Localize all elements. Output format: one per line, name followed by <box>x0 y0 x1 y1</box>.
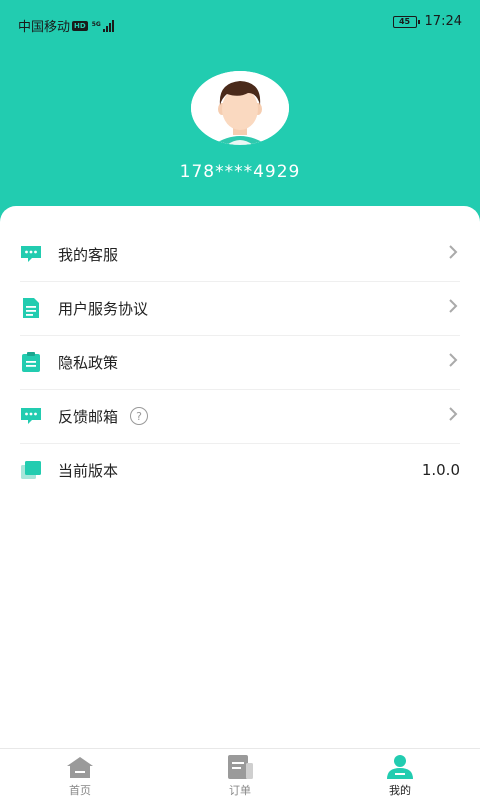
document-icon <box>20 297 42 319</box>
menu-item-label: 用户服务协议 <box>58 299 149 318</box>
tab-label: 订单 <box>229 784 251 797</box>
menu-item-feedback-email[interactable]: 反馈邮箱 ? <box>20 389 460 444</box>
phone-number: 178****4929 <box>179 162 301 182</box>
battery-icon: 45 <box>392 15 420 28</box>
network-type: 5G <box>91 20 101 28</box>
chevron-right-icon <box>448 298 458 318</box>
status-time: 17:24 <box>424 14 462 29</box>
menu-item-user-agreement[interactable]: 用户服务协议 <box>20 281 460 336</box>
tab-label: 我的 <box>389 784 411 797</box>
menu-item-label: 隐私政策 <box>58 353 119 372</box>
menu-item-current-version[interactable]: 当前版本 1.0.0 <box>20 443 460 497</box>
menu-item-privacy-policy[interactable]: 隐私政策 <box>20 335 460 390</box>
layers-icon <box>20 459 42 481</box>
chevron-right-icon <box>448 406 458 426</box>
status-right: 45 17:24 <box>392 14 462 29</box>
tab-mine[interactable]: 我的 <box>360 749 440 801</box>
menu-item-label: 当前版本 <box>58 461 119 480</box>
tab-home[interactable]: 首页 <box>40 749 120 801</box>
tab-label: 首页 <box>69 784 91 797</box>
chat-icon <box>20 243 42 265</box>
avatar[interactable] <box>191 71 289 145</box>
version-value: 1.0.0 <box>421 461 460 479</box>
chevron-right-icon <box>448 244 458 264</box>
bottom-tab-bar: 首页 订单 我的 <box>0 748 480 801</box>
chat-icon <box>20 405 42 427</box>
chevron-right-icon <box>448 352 458 372</box>
order-icon <box>228 755 253 779</box>
user-icon <box>387 755 413 779</box>
menu-item-label: 反馈邮箱 <box>58 407 119 426</box>
status-bar: 中国移动 HD 5G 45 17:24 <box>0 0 480 46</box>
profile-header: 中国移动 HD 5G 45 17:24 178****4929 <box>0 0 480 230</box>
hd-badge: HD <box>72 20 88 31</box>
avatar-image <box>191 71 289 145</box>
menu-item-label: 我的客服 <box>58 245 119 264</box>
help-icon[interactable]: ? <box>130 407 149 425</box>
menu-item-customer-service[interactable]: 我的客服 <box>20 227 460 282</box>
menu-card: 我的客服 用户服务协议 隐私政策 反馈邮箱 ? 当前版本 1.0.0 <box>0 206 480 806</box>
tab-orders[interactable]: 订单 <box>200 749 280 801</box>
carrier-info: 中国移动 HD 5G <box>18 16 114 35</box>
clipboard-icon <box>20 351 42 373</box>
carrier-name: 中国移动 <box>18 20 71 35</box>
home-icon <box>67 757 93 778</box>
signal-icon: 5G <box>91 19 114 32</box>
